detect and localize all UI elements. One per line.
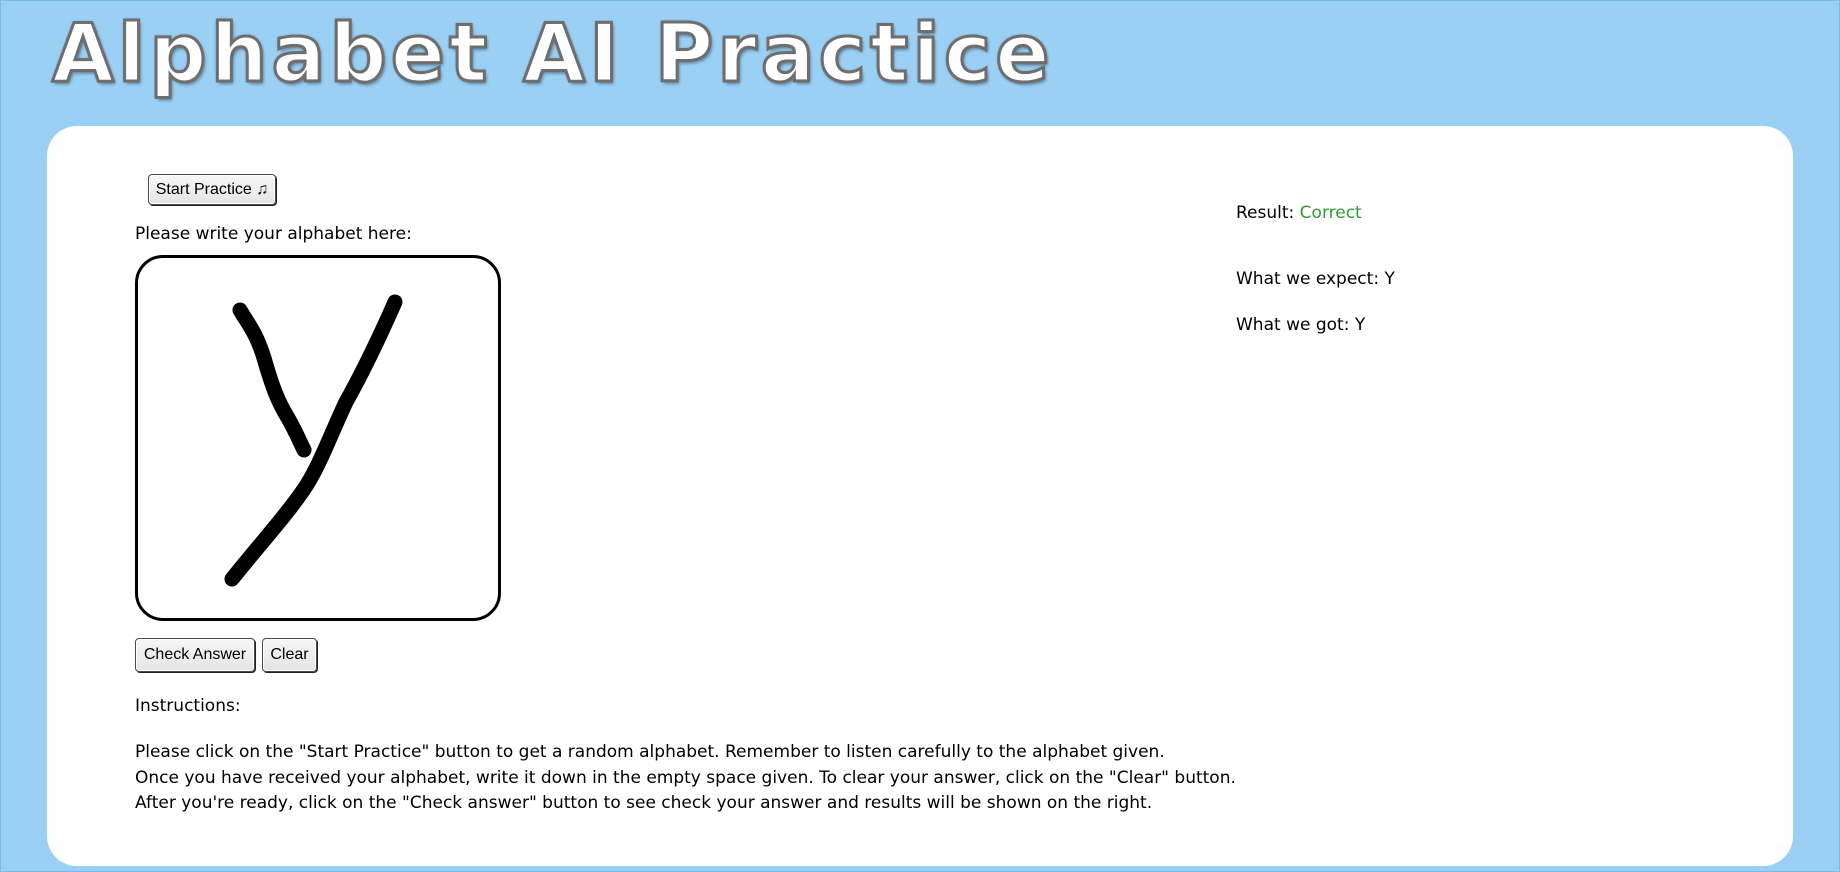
result-label: Result: <box>1236 203 1295 223</box>
got-line: What we got: Y <box>1236 315 1365 335</box>
got-label: What we got: <box>1236 315 1350 335</box>
instruction-line: Please click on the "Start Practice" but… <box>135 742 1165 762</box>
clear-button[interactable]: Clear <box>262 638 317 672</box>
instructions-text: Please click on the "Start Practice" but… <box>135 740 1236 817</box>
expected-label: What we expect: <box>1236 269 1380 289</box>
canvas-prompt-label: Please write your alphabet here: <box>135 224 412 244</box>
drawing-canvas[interactable] <box>135 255 501 621</box>
app-title: Alphabet AI Practice <box>51 7 1054 100</box>
instructions-title: Instructions: <box>135 696 241 716</box>
check-answer-button[interactable]: Check Answer <box>135 638 255 672</box>
start-practice-button[interactable]: Start Practice ♫ <box>148 174 276 205</box>
got-value: Y <box>1354 315 1366 335</box>
expected-line: What we expect: Y <box>1236 269 1395 289</box>
handwritten-letter-drawing <box>224 294 403 587</box>
result-line: Result: Correct <box>1236 203 1362 223</box>
expected-value: Y <box>1384 269 1395 289</box>
instruction-line: Once you have received your alphabet, wr… <box>135 767 1236 788</box>
result-value: Correct <box>1299 203 1362 223</box>
main-panel: Start Practice ♫ Please write your alpha… <box>47 126 1793 866</box>
letter-stroke-left <box>232 302 312 458</box>
instruction-line: After you're ready, click on the "Check … <box>135 793 1153 813</box>
